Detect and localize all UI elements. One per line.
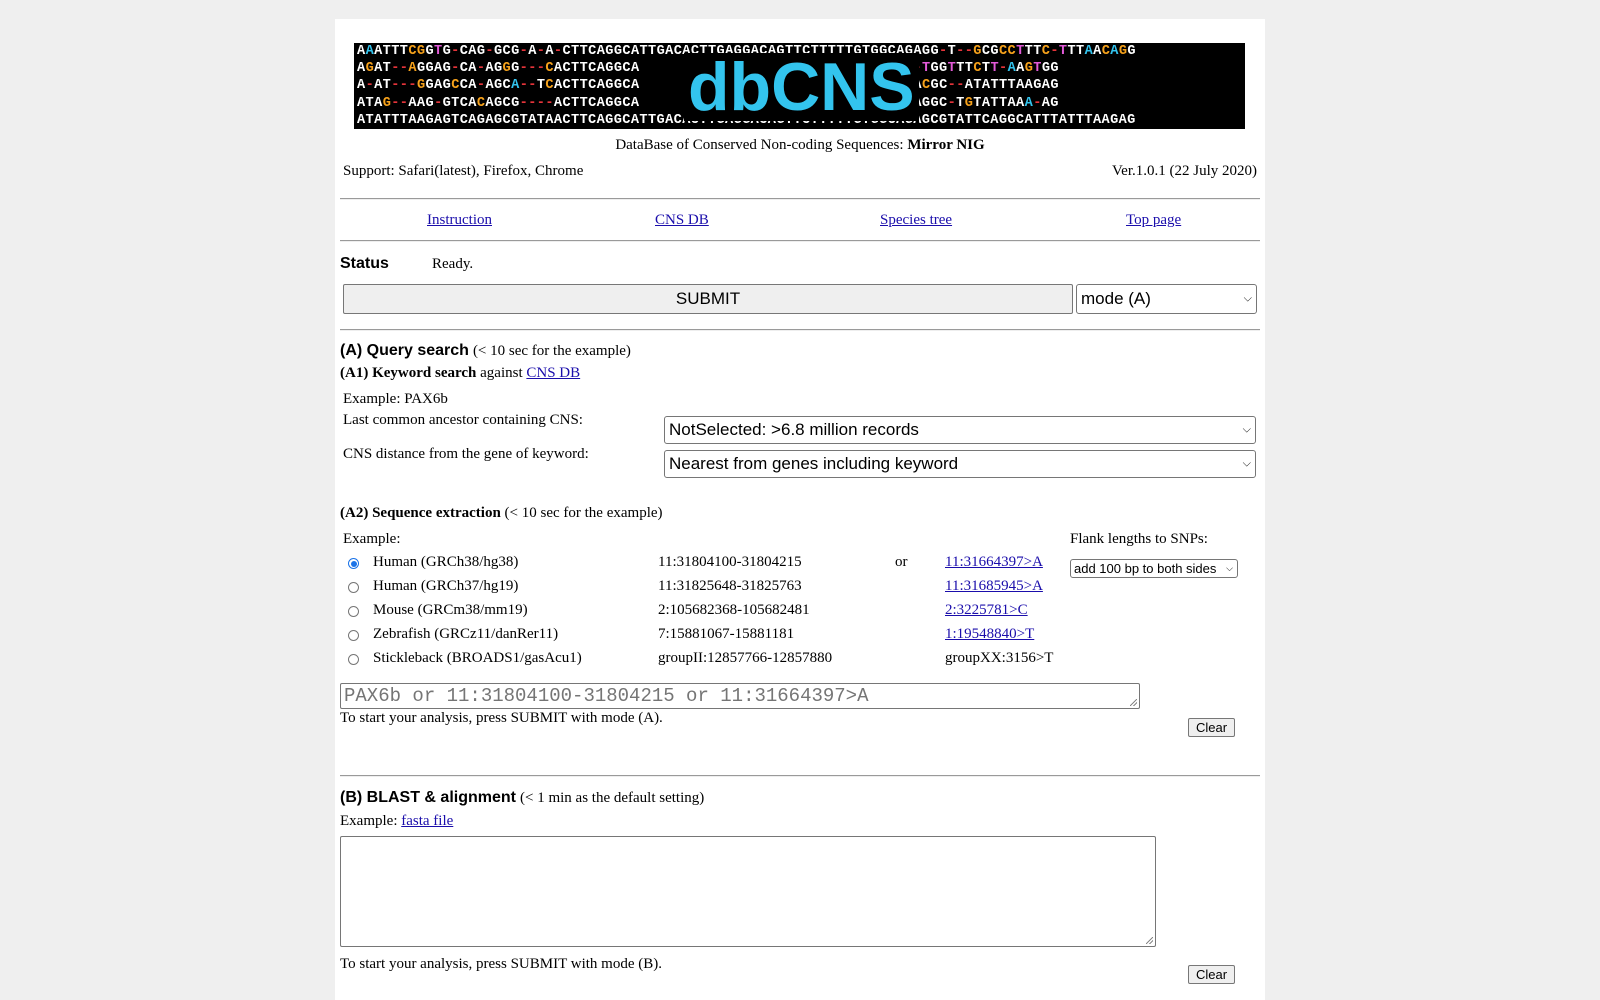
- species-radio[interactable]: [348, 582, 359, 593]
- section-b-title: (B) BLAST & alignment: [340, 789, 516, 806]
- region-example: 2:105682368-105682481: [658, 602, 810, 618]
- snp-example-link[interactable]: 11:31664397>A: [945, 554, 1043, 571]
- a-hint: To start your analysis, press SUBMIT wit…: [340, 710, 663, 726]
- divider: [340, 198, 1260, 200]
- mirror-name: Mirror NIG: [907, 137, 985, 153]
- resize-grip-icon: [1130, 699, 1137, 706]
- species-radio[interactable]: [348, 654, 359, 665]
- distance-label: CNS distance from the gene of keyword:: [343, 446, 589, 462]
- divider: [340, 775, 1260, 777]
- lca-label: Last common ancestor containing CNS:: [343, 412, 583, 428]
- section-b-heading: (B) BLAST & alignment (< 1 min as the de…: [340, 789, 704, 807]
- species-radio[interactable]: [348, 558, 359, 569]
- divider: [340, 329, 1260, 331]
- flank-select[interactable]: add 100 bp to both sides ⌵: [1070, 559, 1238, 578]
- fasta-file-link[interactable]: fasta file: [401, 813, 453, 829]
- b-hint: To start your analysis, press SUBMIT wit…: [340, 956, 662, 972]
- clear-b-button[interactable]: Clear: [1188, 965, 1235, 984]
- section-a-title: (A) Query search: [340, 342, 469, 359]
- browser-support-note: Support: Safari(latest), Firefox, Chrome: [343, 163, 584, 179]
- lca-select[interactable]: NotSelected: >6.8 million records ⌵: [664, 416, 1256, 444]
- region-example: 11:31804100-31804215: [658, 554, 802, 570]
- b-example: Example: fasta file: [340, 813, 453, 830]
- a1-against: against: [480, 365, 523, 381]
- version-label: Ver.1.0.1 (22 July 2020): [1112, 163, 1257, 179]
- mode-select[interactable]: mode (A) ⌵: [1076, 284, 1257, 314]
- query-placeholder: PAX6b or 11:31804100-31804215 or 11:3166…: [344, 685, 869, 707]
- a1-cns-db-link[interactable]: CNS DB: [526, 365, 580, 381]
- lca-select-value: NotSelected: >6.8 million records: [669, 420, 919, 439]
- a2-heading: (A2) Sequence extraction (< 10 sec for t…: [340, 505, 663, 522]
- a2-note: (< 10 sec for the example): [504, 505, 663, 521]
- a2-title: (A2) Sequence extraction: [340, 505, 501, 521]
- section-b-note: (< 1 min as the default setting): [520, 790, 705, 806]
- a2-example-label: Example:: [343, 531, 401, 547]
- species-radio[interactable]: [348, 630, 359, 641]
- snp-example-link[interactable]: 11:31685945>A: [945, 578, 1043, 595]
- snp-example: groupXX:3156>T: [945, 650, 1054, 666]
- divider: [340, 240, 1260, 242]
- chevron-down-icon: ⌵: [1243, 292, 1252, 305]
- a1-title: (A1) Keyword search: [340, 365, 477, 381]
- species-name: Zebrafish (GRCz11/danRer11): [373, 626, 559, 642]
- section-a-heading: (A) Query search (< 10 sec for the examp…: [340, 342, 631, 360]
- dbcns-logo-text: dbCNS: [684, 53, 919, 121]
- distance-select[interactable]: Nearest from genes including keyword ⌵: [664, 450, 1256, 478]
- nav-instruction-link[interactable]: Instruction: [427, 212, 492, 229]
- species-name: Human (GRCh38/hg38): [373, 554, 519, 570]
- flank-select-value: add 100 bp to both sides: [1074, 561, 1217, 576]
- blast-textarea[interactable]: [340, 836, 1156, 947]
- subtitle-text: DataBase of Conserved Non-coding Sequenc…: [615, 137, 904, 153]
- flank-label: Flank lengths to SNPs:: [1070, 531, 1208, 547]
- species-name: Mouse (GRCm38/mm19): [373, 602, 528, 618]
- page-container: AAATTTCGGTG-CAG-GCG-A-A-CTTCAGGCATTGACAC…: [335, 19, 1265, 1000]
- nav-cns-db-link[interactable]: CNS DB: [655, 212, 709, 229]
- chevron-down-icon: ⌵: [1242, 423, 1251, 436]
- nav-species-tree-link[interactable]: Species tree: [880, 212, 952, 229]
- b-example-label: Example:: [340, 813, 398, 829]
- species-name: Human (GRCh37/hg19): [373, 578, 519, 594]
- a1-heading: (A1) Keyword search against CNS DB: [340, 365, 580, 382]
- snp-example-link[interactable]: 2:3225781>C: [945, 602, 1028, 619]
- status-value: Ready.: [432, 256, 474, 272]
- species-radio[interactable]: [348, 606, 359, 617]
- or-label: or: [895, 554, 908, 570]
- nav-top-page-link[interactable]: Top page: [1126, 212, 1181, 229]
- query-textarea[interactable]: PAX6b or 11:31804100-31804215 or 11:3166…: [340, 683, 1140, 709]
- resize-grip-icon: [1146, 937, 1153, 944]
- dbcns-banner-logo: AAATTTCGGTG-CAG-GCG-A-A-CTTCAGGCATTGACAC…: [354, 43, 1245, 129]
- region-example: groupII:12857766-12857880: [658, 650, 833, 666]
- submit-button[interactable]: SUBMIT: [343, 284, 1073, 314]
- species-name: Stickleback (BROADS1/gasAcu1): [373, 650, 582, 666]
- site-subtitle: DataBase of Conserved Non-coding Sequenc…: [335, 137, 1265, 154]
- mode-select-value: mode (A): [1081, 289, 1151, 308]
- status-label: Status: [340, 255, 389, 272]
- chevron-down-icon: ⌵: [1242, 457, 1251, 470]
- snp-example-link[interactable]: 1:19548840>T: [945, 626, 1034, 643]
- clear-a-button[interactable]: Clear: [1188, 718, 1235, 737]
- a1-example: Example: PAX6b: [343, 391, 448, 407]
- chevron-down-icon: ⌵: [1226, 562, 1233, 573]
- section-a-note: (< 10 sec for the example): [472, 343, 631, 359]
- region-example: 11:31825648-31825763: [658, 578, 802, 594]
- region-example: 7:15881067-15881181: [658, 626, 795, 642]
- distance-select-value: Nearest from genes including keyword: [669, 454, 959, 473]
